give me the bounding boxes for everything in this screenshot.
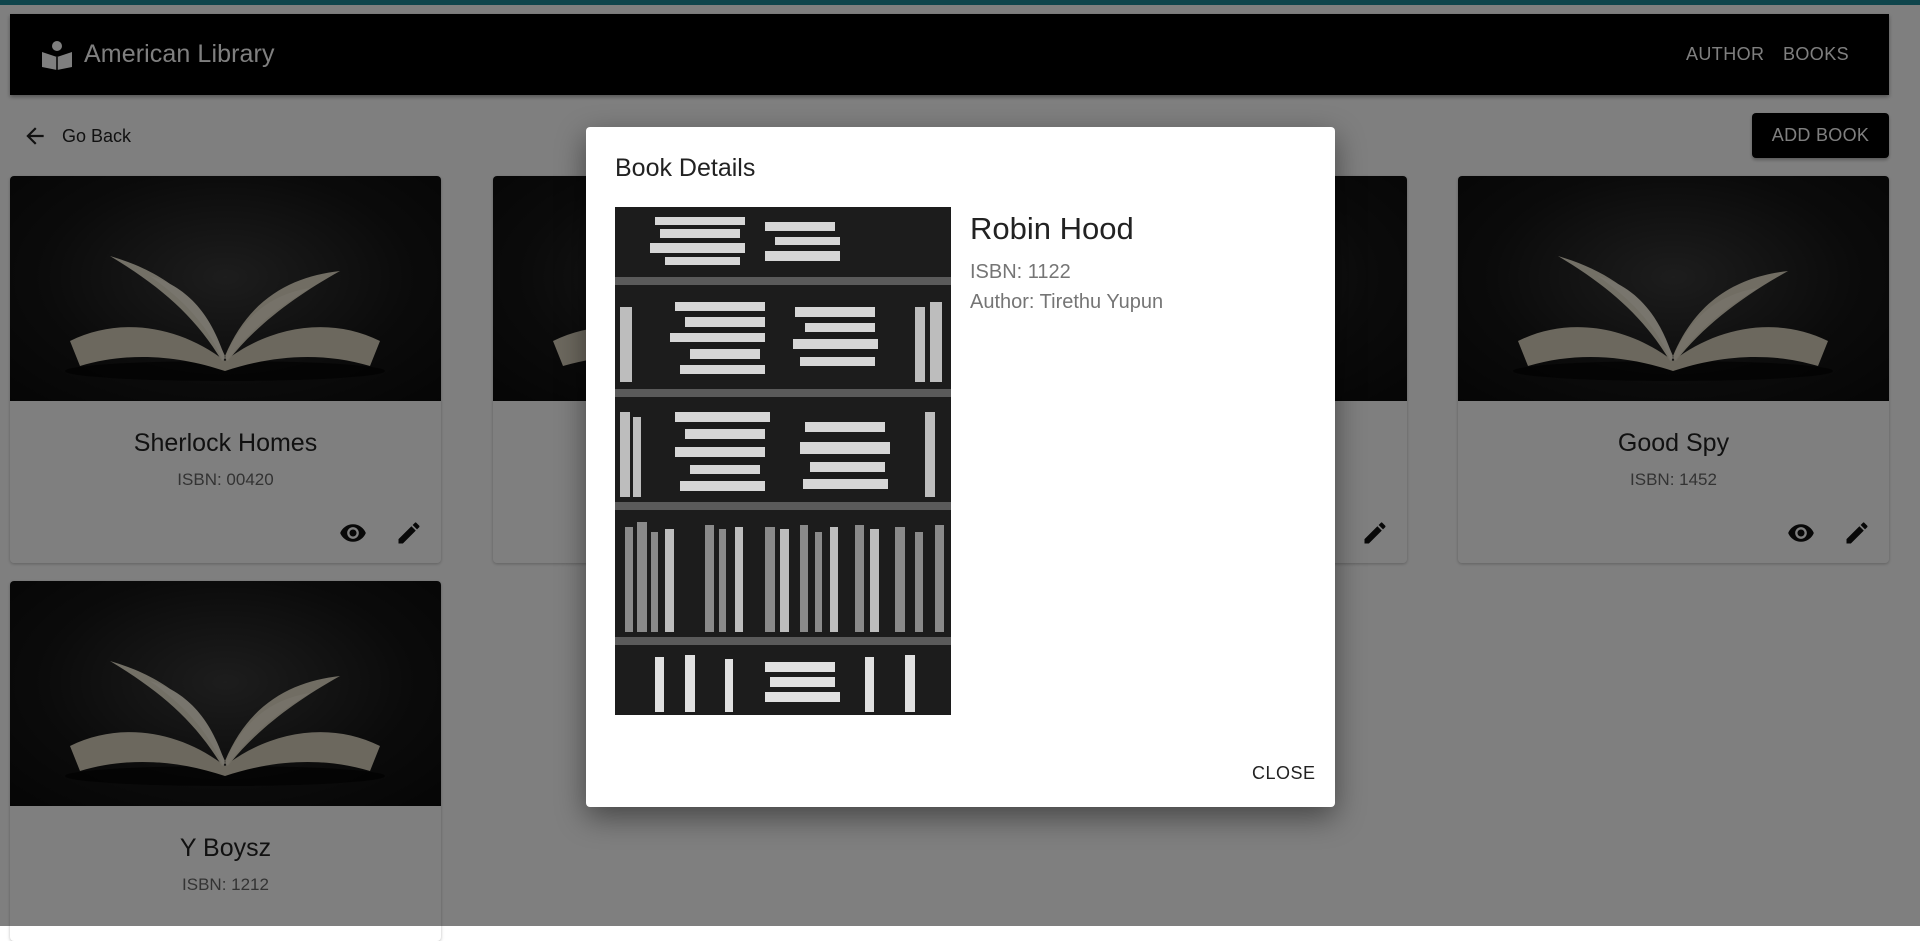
close-button[interactable]: CLOSE <box>1252 763 1316 784</box>
book-details-dialog: Book Details Robin Hood ISBN: 1122 Autho… <box>586 127 1335 807</box>
book-author: Author: Tirethu Yupun <box>970 291 1164 313</box>
bookshelf-photo <box>615 207 951 715</box>
dialog-title: Book Details <box>615 154 756 182</box>
book-cover-image <box>615 207 951 715</box>
book-isbn: ISBN: 1122 <box>970 261 1071 283</box>
book-name: Robin Hood <box>970 211 1134 246</box>
